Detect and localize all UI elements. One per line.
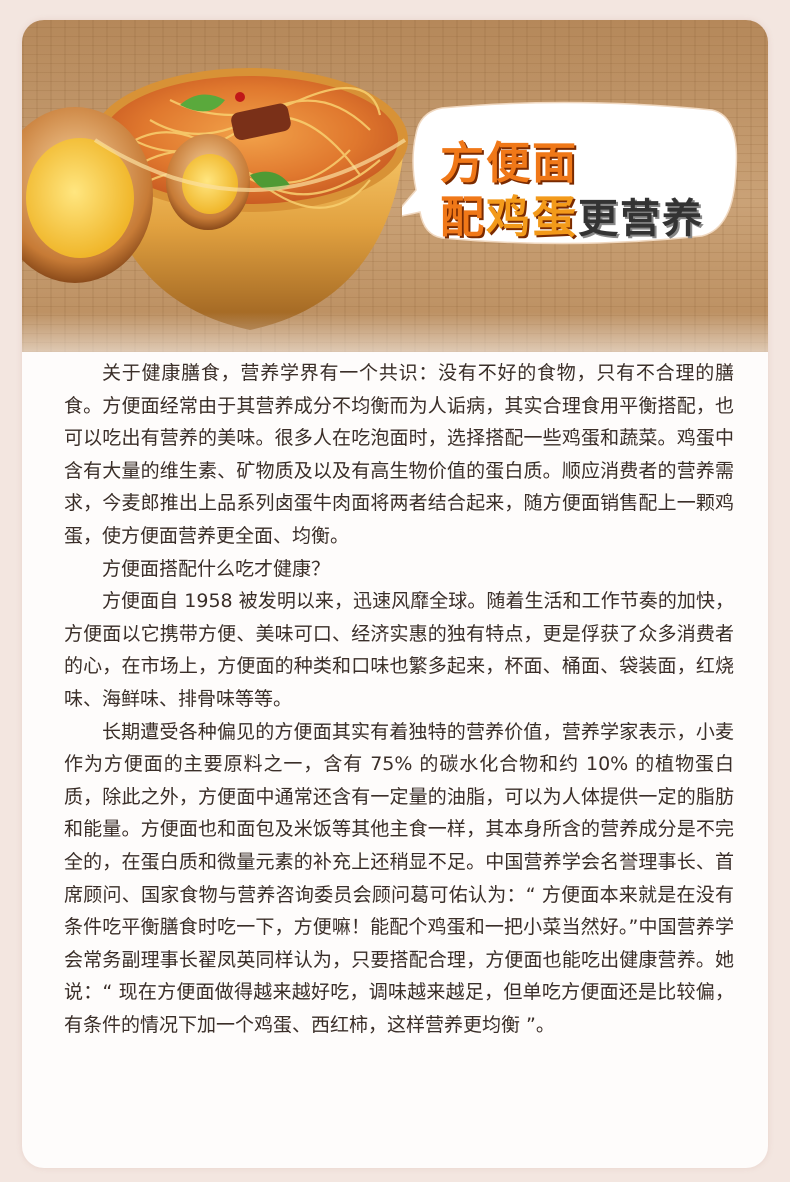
hero-fade — [22, 312, 768, 352]
paragraph-question: 方便面搭配什么吃才健康？ — [102, 557, 331, 580]
banner-title-line1: 方便面 — [440, 138, 578, 189]
hero-banner: 方便面 配鸡蛋更营养 — [22, 20, 768, 352]
article-body: 关于健康膳食，营养学界有一个共识：没有不好的食物，只有不合理的膳食。方便面经常由… — [64, 357, 734, 1041]
banner-title-nutrition: 更营养 — [578, 196, 704, 242]
paragraph-intro: 关于健康膳食，营养学界有一个共识：没有不好的食物，只有不合理的膳食。方便面经常由… — [64, 362, 734, 547]
banner-title-line2: 配鸡蛋更营养 — [440, 196, 704, 242]
banner-title-pei: 配 — [440, 192, 486, 243]
paragraph-nutrition: 长期遭受各种偏见的方便面其实有着独特的营养价值，营养学家表示，小麦作为方便面的主… — [64, 720, 734, 1036]
paragraph-history: 方便面自 1958 被发明以来，迅速风靡全球。随着生活和工作节奏的加快，方便面以… — [64, 590, 734, 710]
banner-title-egg: 鸡蛋 — [486, 192, 578, 243]
